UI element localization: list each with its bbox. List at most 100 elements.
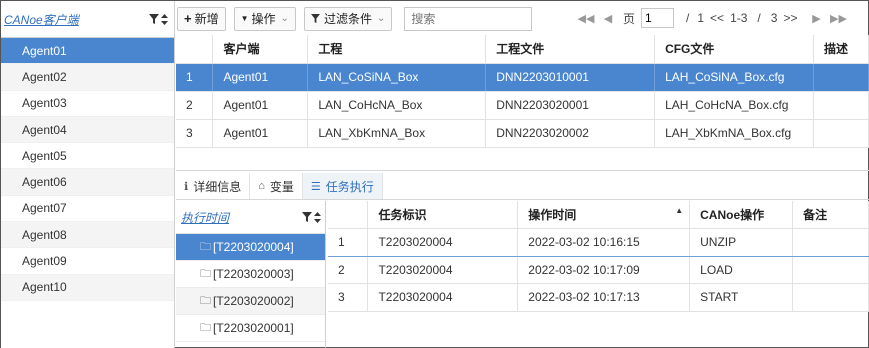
agent-list-item[interactable]: Agent07 [1,196,174,223]
pager: ◀◀ ◀ 页 / 1 << 1-3 / 3 >> ▶ ▶▶ [575,8,849,28]
agent-list-item[interactable]: Agent01 [1,38,174,65]
agent-list-item[interactable]: Agent09 [1,248,174,275]
project-table-cell: Agent01 [212,91,309,120]
exec-time-header: 执行时间 [176,201,325,234]
agent-list-title[interactable]: CANoe客户端 [4,11,79,28]
agent-list-item[interactable]: Agent10 [1,274,174,301]
exec-time-item[interactable]: 🗀 [T2203020003] [176,261,325,288]
project-table-cell: DNN2203010001 [485,63,656,92]
filter-icon[interactable] [302,212,312,222]
task-table-column-header[interactable]: 操作时间 ▲ [517,201,691,229]
page-separator: / [686,11,690,25]
exec-time-item[interactable]: 🗀 [T2203020002] [176,288,325,315]
add-button-label: 新增 [194,12,219,26]
filter-icon[interactable] [149,14,159,24]
project-table-column-header[interactable]: 客户端 [212,35,309,64]
exec-time-label: [T2203020002] [213,294,294,308]
tab-3[interactable]: ☰ 任务执行 [302,173,383,199]
task-table-cell [792,256,869,284]
operate-dropdown[interactable]: ▼ 操作 ⌄ [233,6,296,31]
exec-time-label: [T2203020001] [213,321,294,335]
tab-2[interactable]: ⌂ 变量 [250,173,303,199]
next-page-icon[interactable]: ▶ [805,12,827,25]
plus-icon: + [184,11,192,26]
task-table-header-label: CANoe操作 [700,208,765,222]
sort-icon[interactable] [314,211,321,223]
project-table-cell: 1 [176,63,214,92]
prev-range-link[interactable]: << [710,11,724,25]
project-table-header: 客户端 工程 工程文件 CFG文件 描述 [176,35,869,64]
agent-list-item[interactable]: Agent03 [1,91,174,117]
tab-1[interactable]: ℹ 详细信息 [176,173,251,199]
agent-list: Agent01 Agent02 Agent03 Agent04 Agent05 Agent… [1,38,174,301]
project-table-column-header[interactable]: 工程 [307,35,487,64]
operate-dropdown-label: 操作 [251,12,276,26]
exec-time-title[interactable]: 执行时间 [181,209,229,226]
project-table-column-header[interactable]: 工程文件 [485,35,656,64]
project-table-row[interactable]: 2 Agent01 LAN_CoHcNA_Box DNN2203020001 LAH_C… [176,91,869,120]
exec-time-item[interactable]: 🗀 [T2203020004] [176,234,325,261]
project-table-empty-area [176,147,869,171]
task-table-column-header[interactable] [328,201,369,229]
total-items: 3 [770,11,778,25]
project-table-cell: DNN2203020001 [485,91,656,120]
tab-label: 任务执行 [325,179,374,194]
agent-list-item[interactable]: Agent05 [1,143,174,170]
exec-time-panel: 执行时间 🗀 [T2203020004] 🗀 [T2203020003] 🗀 [T2203… [176,201,326,348]
project-table-cell: 3 [176,119,214,148]
project-table-cell: DNN2203020002 [485,119,656,148]
agent-list-item[interactable]: Agent02 [1,64,174,91]
sort-icon[interactable] [161,13,168,25]
task-table-cell: START [689,283,794,312]
task-table-cell: T2203020004 [367,283,519,312]
filter-dropdown-label: 过滤条件 [323,12,372,26]
agent-list-item[interactable]: Agent04 [1,116,174,144]
task-table-row[interactable]: 3 T2203020004 2022-03-02 10:17:13 START [328,283,869,312]
project-table-column-header[interactable]: 描述 [813,35,869,64]
task-table-cell: 1 [328,228,369,257]
project-table-cell: LAH_XbKmNA_Box.cfg [654,119,814,148]
project-table-cell: LAN_CoHcNA_Box [307,91,487,120]
exec-time-header-icons [302,211,321,223]
first-page-icon[interactable]: ◀◀ [575,12,597,25]
project-table-row[interactable]: 3 Agent01 LAN_XbKmNA_Box DNN2203020002 LAH_X… [176,119,869,148]
chevron-down-icon: ⌄ [280,13,289,24]
task-table-header-label: 备注 [803,208,828,222]
page-number-input[interactable] [641,8,675,28]
task-table-column-header[interactable]: 备注 [792,201,869,229]
toolbar: + 新增 ▼ 操作 ⌄ 过滤条件 ⌄ ◀◀ ◀ 页 / 1 << 1-3 / 3… [177,4,869,33]
list-icon: ☰ [310,180,321,193]
task-table-cell [792,283,869,312]
agent-list-item[interactable]: Agent08 [1,222,174,249]
project-table-row[interactable]: 1 Agent01 LAN_CoSiNA_Box DNN2203010001 LAH_C… [176,63,869,92]
last-page-icon[interactable]: ▶▶ [827,12,849,25]
task-table-cell: 3 [328,283,369,312]
agent-list-item[interactable]: Agent06 [1,169,174,196]
task-table-row[interactable]: 2 T2203020004 2022-03-02 10:17:09 LOAD [328,256,869,284]
chevron-down-icon: ⌄ [376,13,386,24]
prev-page-icon[interactable]: ◀ [597,12,619,25]
detail-tabs: ℹ 详细信息 ⌂ 变量 ☰ 任务执行 [176,173,869,200]
task-table-column-header[interactable]: 任务标识 [367,201,519,229]
exec-time-item[interactable]: 🗀 [T2203020001] [176,315,325,342]
task-table: 任务标识 操作时间 ▲ CANoe操作 备注 1 T2203020004 2022-03-0… [328,201,869,312]
add-button[interactable]: + 新增 [177,6,226,31]
task-table-column-header[interactable]: CANoe操作 [689,201,794,229]
project-table-column-header[interactable] [176,35,214,64]
project-table-column-header[interactable]: CFG文件 [654,35,814,64]
range-separator: / [757,11,761,25]
task-table-cell: 2022-03-02 10:16:15 [517,228,691,257]
task-table-header: 任务标识 操作时间 ▲ CANoe操作 备注 [328,201,869,229]
project-table-cell [813,91,869,120]
project-table-cell [813,63,869,92]
project-table-cell: LAN_CoSiNA_Box [307,63,487,92]
agent-list-header-icons [149,13,168,25]
app-window: CANoe客户端 Agent01 Agent02 Agent03 Agent04 Age… [0,0,869,348]
next-range-link[interactable]: >> [783,11,797,25]
exec-time-label: [T2203020004] [213,240,294,254]
task-table-row[interactable]: 1 T2203020004 2022-03-02 10:16:15 UNZIP [328,228,869,257]
search-input[interactable] [404,6,533,31]
filter-dropdown[interactable]: 过滤条件 ⌄ [303,6,393,31]
agent-list-panel: CANoe客户端 Agent01 Agent02 Agent03 Agent04 Age… [1,1,175,348]
task-table-cell: UNZIP [689,228,794,257]
